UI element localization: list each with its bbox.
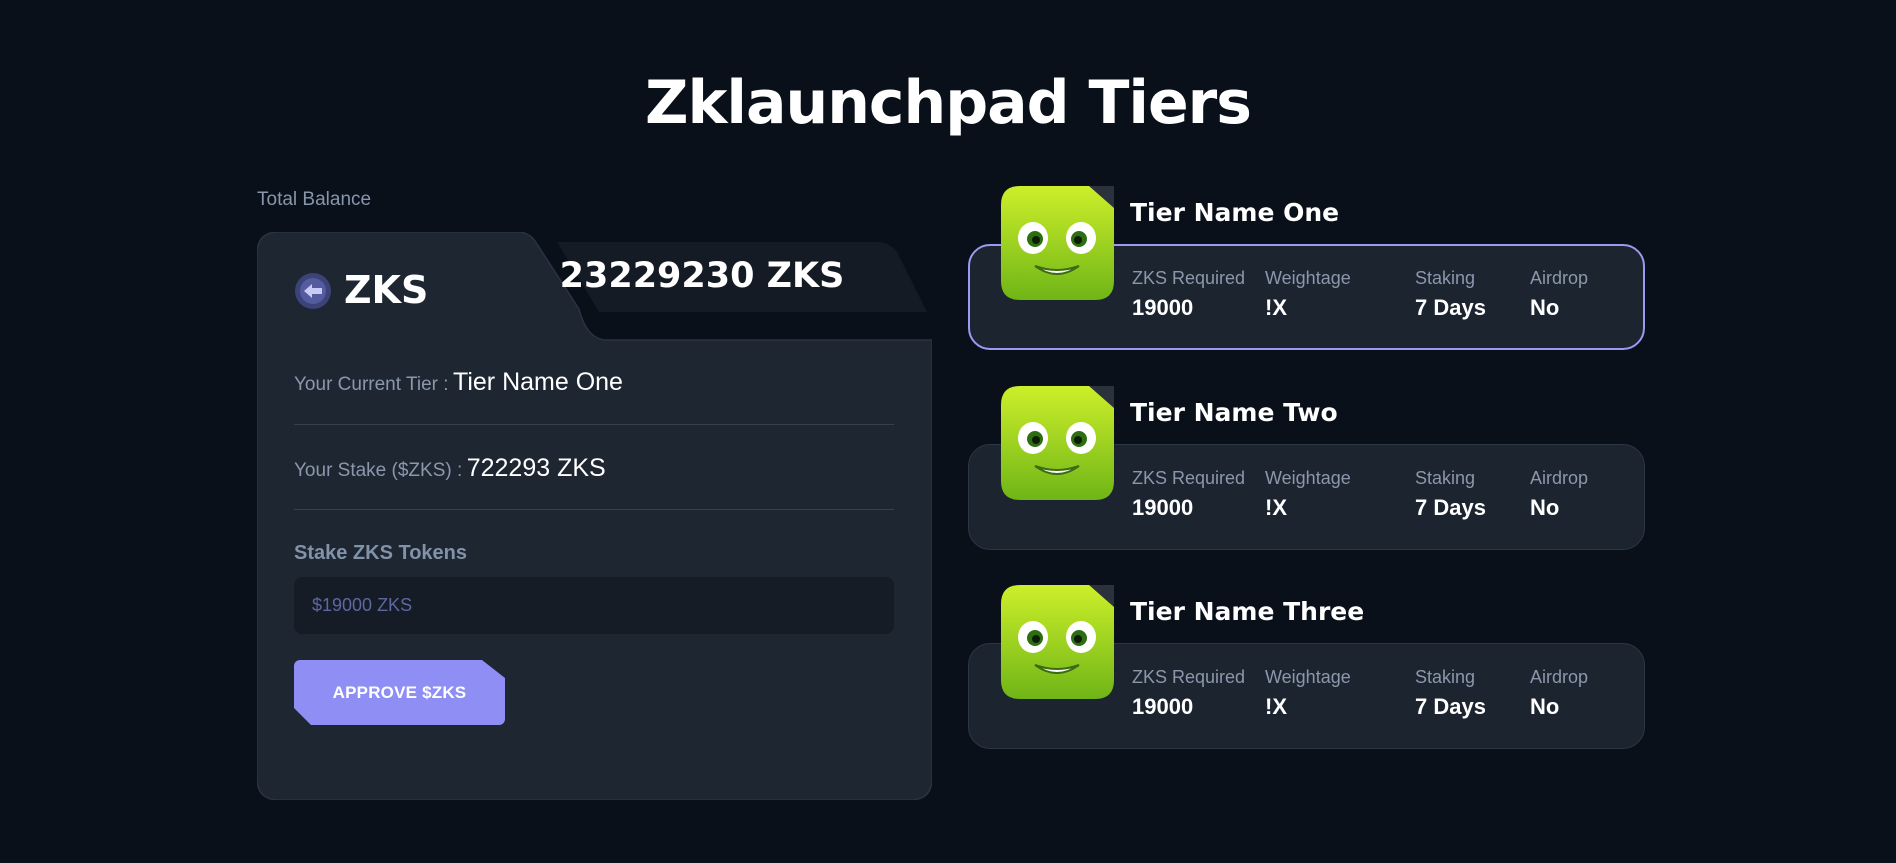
tier-stat-airdrop: Airdrop No <box>1530 667 1589 719</box>
tier-stat-zks-required: ZKS Required 19000 <box>1132 268 1246 320</box>
stake-tokens-title: Stake ZKS Tokens <box>294 542 468 564</box>
tier-stat-airdrop: Airdrop No <box>1530 468 1589 520</box>
tier-card-one[interactable]: Tier Name One ZKS Required 19000 Weightag… <box>968 186 1645 401</box>
tier-name: Tier Name Two <box>1130 398 1338 427</box>
total-balance-label: Total Balance <box>257 189 372 210</box>
tier-card-two[interactable]: Tier Name Two ZKS Required 19000 Weightag… <box>968 386 1645 601</box>
current-tier-label: Your Current Tier : <box>294 374 449 395</box>
tiers-page: Zklaunchpad Tiers Total Balance ZKS 2322… <box>0 0 1896 863</box>
tier-card-three[interactable]: Tier Name Three ZKS Required 19000 Weight… <box>968 585 1645 800</box>
tier-mascot-icon <box>1001 386 1114 500</box>
divider <box>294 424 894 425</box>
tier-stat-zks-required: ZKS Required 19000 <box>1132 667 1246 719</box>
tier-stat-weightage: Weightage !X <box>1265 468 1351 520</box>
tier-stat-airdrop: Airdrop No <box>1530 268 1589 320</box>
tier-mascot-icon <box>1001 186 1114 300</box>
total-balance-value: 23229230 ZKS <box>559 256 845 296</box>
tier-stat-staking: Staking 7 Days <box>1415 468 1486 520</box>
tier-stat-staking: Staking 7 Days <box>1415 268 1486 320</box>
tier-stat-weightage: Weightage !X <box>1265 667 1351 719</box>
stake-amount-input[interactable] <box>294 577 894 634</box>
token-name: ZKS <box>344 268 429 312</box>
page-title: Zklaunchpad Tiers <box>645 68 1252 138</box>
current-tier-value: Tier Name One <box>453 368 623 396</box>
tier-stat-weightage: Weightage !X <box>1265 268 1351 320</box>
stake-row: Your Stake ($ZKS) : 722293 ZKS <box>294 454 894 483</box>
zks-token-icon <box>295 273 331 309</box>
stake-value: 722293 ZKS <box>466 454 606 482</box>
approve-zks-button[interactable]: APPROVE $ZKS <box>294 660 505 725</box>
tier-mascot-icon <box>1001 585 1114 699</box>
tier-name: Tier Name One <box>1130 198 1340 227</box>
divider <box>294 509 894 510</box>
stake-label: Your Stake ($ZKS) : <box>294 460 463 481</box>
tier-stat-staking: Staking 7 Days <box>1415 667 1486 719</box>
current-tier-row: Your Current Tier : Tier Name One <box>294 368 894 397</box>
tier-stat-zks-required: ZKS Required 19000 <box>1132 468 1246 520</box>
balance-card: ZKS 23229230 ZKS Your Current Tier : Tie… <box>257 232 932 800</box>
tier-name: Tier Name Three <box>1130 597 1365 626</box>
